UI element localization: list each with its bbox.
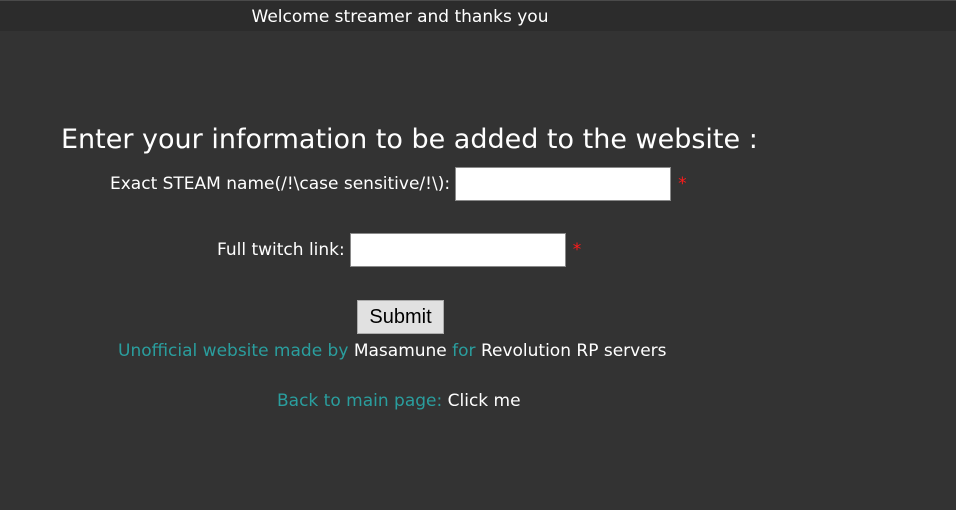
twitch-link-input[interactable] xyxy=(349,233,566,267)
twitch-link-label: Full twitch link: xyxy=(217,240,345,260)
credit-line: Unofficial website made by Masamune for … xyxy=(118,341,667,361)
credit-for: for xyxy=(452,341,476,361)
steam-name-label: Exact STEAM name(/!\case sensitive/!\): xyxy=(110,174,451,194)
credit-prefix: Unofficial website made by xyxy=(118,341,349,361)
credit-servers: Revolution RP servers xyxy=(480,341,667,361)
required-marker: * xyxy=(572,240,582,260)
welcome-text: Welcome streamer and thanks you xyxy=(251,7,549,27)
top-banner: Welcome streamer and thanks you xyxy=(0,0,956,31)
submit-button[interactable]: Submit xyxy=(357,300,444,334)
back-to-main-line: Back to main page: Click me xyxy=(277,391,521,411)
steam-name-input[interactable] xyxy=(455,167,672,201)
twitch-link-row: Full twitch link: * xyxy=(217,233,581,267)
steam-name-row: Exact STEAM name(/!\case sensitive/!\): … xyxy=(110,167,687,201)
back-to-main-link[interactable]: Click me xyxy=(448,391,521,411)
credit-author: Masamune xyxy=(353,341,447,361)
form-heading: Enter your information to be added to th… xyxy=(61,124,758,155)
back-prefix: Back to main page: xyxy=(277,391,443,411)
required-marker: * xyxy=(678,174,687,194)
